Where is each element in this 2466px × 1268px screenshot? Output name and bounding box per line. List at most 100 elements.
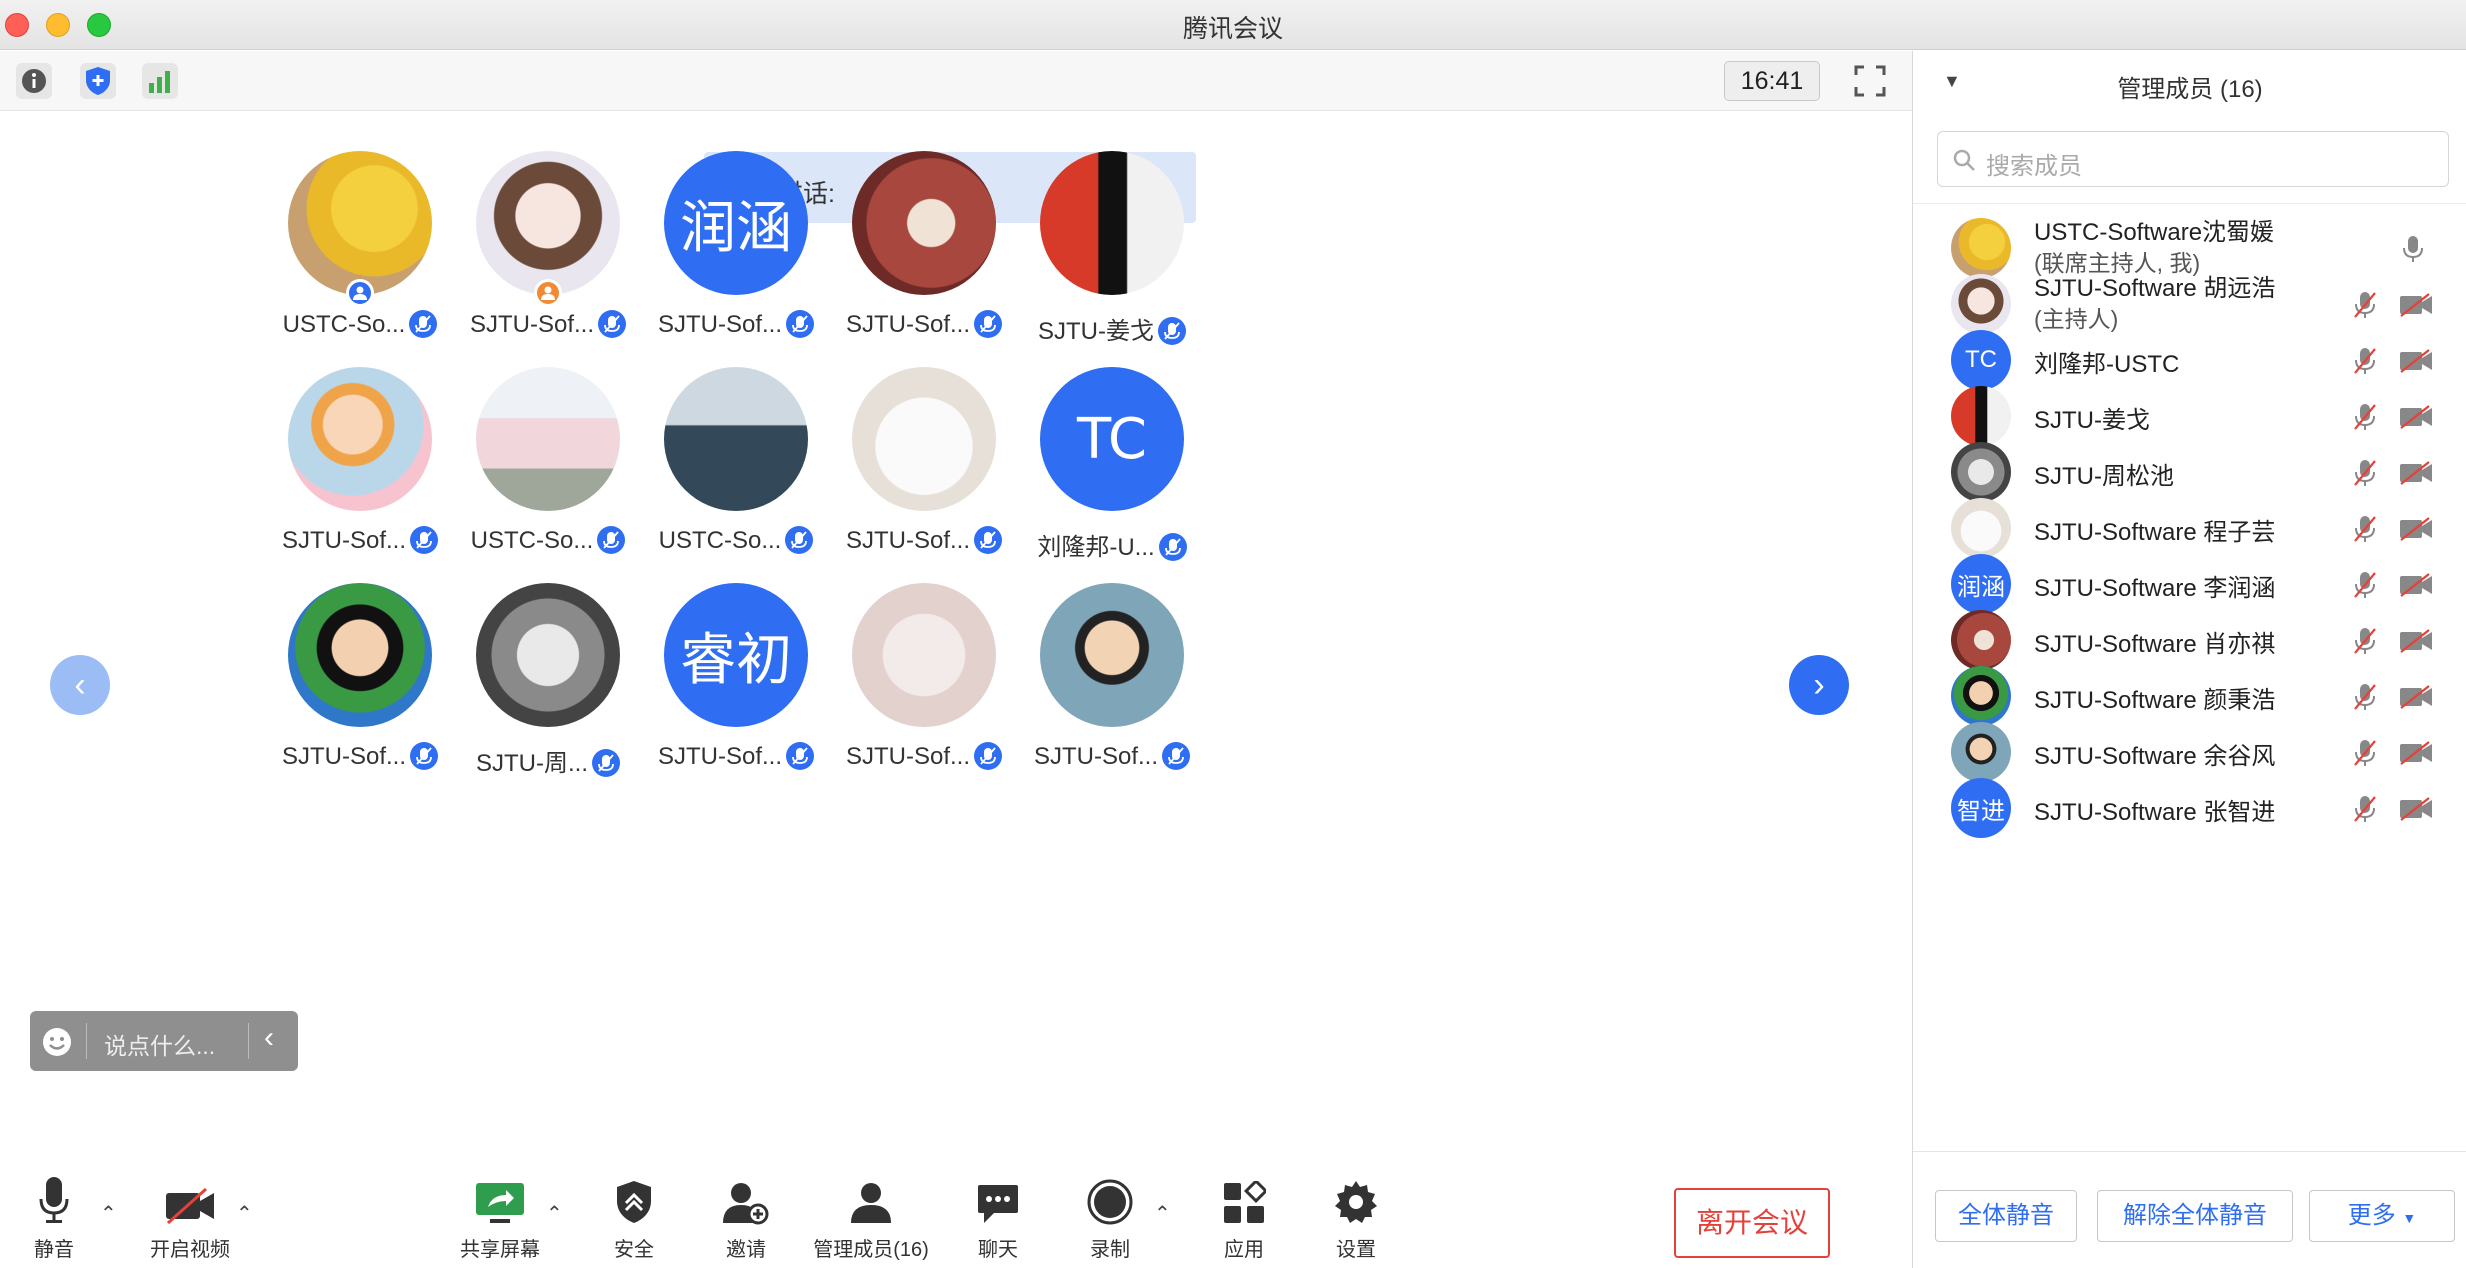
participant-avatar [852, 367, 996, 511]
video-options-caret-icon[interactable]: ⌃ [236, 1201, 253, 1226]
settings-button[interactable]: 设置 [1326, 1165, 1386, 1268]
fullscreen-button[interactable] [1852, 63, 1888, 99]
meeting-main-area: 16:41 正在讲话: USTC-So...SJTU-Sof...润涵SJTU-… [0, 51, 1912, 1268]
participant-name-row: SJTU-Sof... [977, 741, 1247, 772]
video-off-icon [166, 1187, 214, 1225]
member-list: USTC-Software沈蜀媛 (联席主持人, 我) SJTU-Software … [1913, 203, 2466, 1203]
members-panel-header: ▼ 管理成员 (16) [1913, 51, 2466, 111]
participant-avatar [288, 583, 432, 727]
prev-page-button[interactable]: ‹ [50, 655, 110, 715]
participant-name: SJTU-Sof... [845, 311, 971, 338]
settings-label: 设置 [1336, 1239, 1376, 1261]
mute-all-button[interactable]: 全体静音 [1935, 1190, 2077, 1242]
shield-icon [617, 1181, 651, 1223]
chat-label: 聊天 [978, 1239, 1018, 1261]
start-video-button[interactable]: 开启视频 [146, 1165, 234, 1268]
record-icon [1087, 1179, 1133, 1225]
start-video-label: 开启视频 [150, 1239, 230, 1261]
participant-avatar [852, 583, 996, 727]
member-name: USTC-Software沈蜀媛 [2034, 219, 2275, 246]
bottom-toolbar: 静音 ⌃ 开启视频 ⌃ 共享屏幕 ⌃ 安全 邀请 管理成员(16) 聊天 录制 … [0, 1165, 1912, 1268]
share-screen-label: 共享屏幕 [460, 1239, 540, 1261]
members-panel-footer: 全体静音 解除全体静音 更多 ▼ [1913, 1151, 2466, 1268]
mic-status-icon [1158, 316, 1186, 345]
chevron-right-icon: › [1813, 665, 1825, 704]
participant-avatar: 睿初 [664, 583, 808, 727]
participant-name: SJTU-Sof... [281, 743, 407, 770]
participant-avatar [852, 151, 996, 295]
shield-icon [86, 67, 110, 95]
participant-tile[interactable]: SJTU-姜戈 [977, 151, 1247, 351]
video-off-icon[interactable] [2399, 741, 2433, 765]
search-icon [1953, 149, 1975, 171]
emoji-icon [43, 1028, 71, 1056]
participant-name: SJTU-Sof... [657, 311, 783, 338]
participant-avatar: 润涵 [664, 151, 808, 295]
record-label: 录制 [1090, 1239, 1130, 1261]
network-status-button[interactable] [142, 63, 178, 99]
member-avatar: 智进 [1951, 778, 2011, 838]
member-name: SJTU-Software 胡远浩 [2034, 275, 2276, 302]
share-screen-button[interactable]: 共享屏幕 [456, 1165, 544, 1268]
participant-name: SJTU-周... [476, 750, 588, 777]
participant-name: SJTU-Sof... [281, 527, 407, 554]
participant-name: USTC-So... [658, 527, 782, 554]
chat-input-placeholder[interactable]: 说点什么... [104, 1027, 215, 1061]
mic-status-icon [1158, 532, 1187, 561]
security-label: 安全 [614, 1239, 654, 1261]
quick-chat-box[interactable]: 说点什么... ‹ [30, 1011, 298, 1071]
member-row[interactable]: 智进 SJTU-Software 张智进 [1913, 764, 2466, 852]
participant-avatar [476, 367, 620, 511]
apps-grid-icon [1224, 1181, 1266, 1223]
fullscreen-icon [1854, 65, 1886, 97]
participant-tile[interactable]: TC 刘隆邦-U... [977, 367, 1247, 567]
window-title: 腾讯会议 [1182, 15, 1283, 43]
info-icon [22, 69, 46, 93]
apps-button[interactable]: 应用 [1214, 1165, 1274, 1268]
members-icon [851, 1183, 891, 1223]
invite-label: 邀请 [726, 1239, 766, 1261]
participant-avatar [476, 151, 620, 295]
invite-button[interactable]: 邀请 [716, 1165, 776, 1268]
share-options-caret-icon[interactable]: ⌃ [546, 1201, 563, 1226]
member-search-input[interactable]: 搜索成员 [1937, 131, 2449, 187]
video-off-icon[interactable] [2399, 797, 2433, 821]
mute-label: 静音 [34, 1239, 74, 1261]
meeting-clock: 16:41 [1724, 61, 1820, 101]
chevron-down-icon: ▼ [2402, 1210, 2417, 1226]
security-button[interactable]: 安全 [604, 1165, 664, 1268]
video-off-icon[interactable] [2399, 349, 2433, 373]
collapse-chat-icon[interactable]: ‹ [264, 1021, 274, 1055]
more-button[interactable]: 更多 ▼ [2309, 1190, 2455, 1242]
chat-button[interactable]: 聊天 [968, 1165, 1028, 1268]
video-off-icon[interactable] [2399, 405, 2433, 429]
record-options-caret-icon[interactable]: ⌃ [1154, 1201, 1171, 1226]
manage-members-button[interactable]: 管理成员(16) [812, 1165, 930, 1268]
participant-name: USTC-So... [470, 527, 594, 554]
chevron-left-icon: ‹ [74, 665, 86, 704]
mute-button[interactable]: 静音 [24, 1165, 84, 1268]
unmute-all-button[interactable]: 解除全体静音 [2097, 1190, 2293, 1242]
meeting-info-button[interactable] [16, 63, 52, 99]
next-page-button[interactable]: › [1789, 655, 1849, 715]
leave-meeting-button[interactable]: 离开会议 [1674, 1188, 1830, 1258]
record-button[interactable]: 录制 [1080, 1165, 1140, 1268]
participant-tile[interactable]: SJTU-Sof... [977, 583, 1247, 783]
manage-members-label: 管理成员(16) [813, 1239, 929, 1261]
security-status-button[interactable] [80, 63, 116, 99]
microphone-muted-icon[interactable] [2353, 794, 2377, 824]
video-off-icon[interactable] [2399, 629, 2433, 653]
video-off-icon[interactable] [2399, 293, 2433, 317]
member-name: SJTU-Software 张智进 [2034, 799, 2276, 826]
participant-avatar [288, 151, 432, 295]
video-off-icon[interactable] [2399, 685, 2433, 709]
participant-avatar [1040, 583, 1184, 727]
video-off-icon[interactable] [2399, 573, 2433, 597]
video-off-icon[interactable] [2399, 461, 2433, 485]
video-off-icon[interactable] [2399, 517, 2433, 541]
participant-name: SJTU-Sof... [1033, 743, 1159, 770]
mute-options-caret-icon[interactable]: ⌃ [100, 1201, 117, 1226]
mic-status-icon [1162, 741, 1191, 770]
participant-name: SJTU-Sof... [845, 527, 971, 554]
participant-name: SJTU-Sof... [845, 743, 971, 770]
